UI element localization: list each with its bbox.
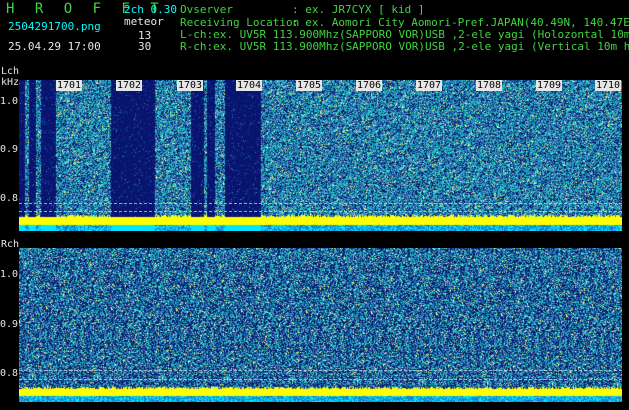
rch-channel-label: Rch [1,239,20,250]
observer-value: : ex. JR7CYX [ kid ] [292,3,425,16]
settings-label: 2ch 0.30 [124,3,177,16]
lch-channel-label: Lch [1,66,20,77]
datetime-label: 25.04.29 17:00 [8,40,101,53]
lch-ytick: 0.9 [0,144,19,155]
meteor-label: meteor [124,15,164,28]
location-value: : ex. Aomori City Aomori-Pref.JAPAN(40.4… [292,16,629,29]
rch-ytick: 1.0 [0,269,19,280]
lch-gridline [19,211,622,212]
rch-receiver-info: R-ch:ex. UV5R 113.900Mhz(SAPPORO VOR)USB… [180,40,629,53]
time-marker: 1706 [356,80,383,91]
time-marker: 1704 [236,80,263,91]
observer-label: Ovserver [180,3,233,16]
lch-ytick: 1.0 [0,96,19,107]
time-marker: 1702 [116,80,143,91]
lch-gridline [19,203,622,204]
time-marker: 1701 [56,80,83,91]
lch-unit-label: kHz [1,77,20,88]
meteor-count-rch: 30 [138,40,152,53]
time-marker: 1707 [416,80,443,91]
time-marker: 1705 [296,80,323,91]
rch-ytick: 0.9 [0,319,19,330]
rch-gridline [19,379,622,380]
hrofft-window: H R O F F T 2504291700.png 25.04.29 17:0… [0,0,629,410]
rch-ytick: 0.8 [0,368,19,379]
lch-receiver-info: L-ch:ex. UV5R 113.900Mhz(SAPPORO VOR)USB… [180,28,629,41]
time-marker: 1703 [177,80,204,91]
location-label: Receiving Location [180,16,300,29]
rch-gridline [19,370,622,371]
filename-label: 2504291700.png [8,20,101,33]
lch-ytick: 0.8 [0,193,19,204]
time-marker: 1709 [536,80,563,91]
lch-spectrogram [19,80,622,231]
time-marker: 1708 [476,80,503,91]
time-marker: 1710 [595,80,622,91]
